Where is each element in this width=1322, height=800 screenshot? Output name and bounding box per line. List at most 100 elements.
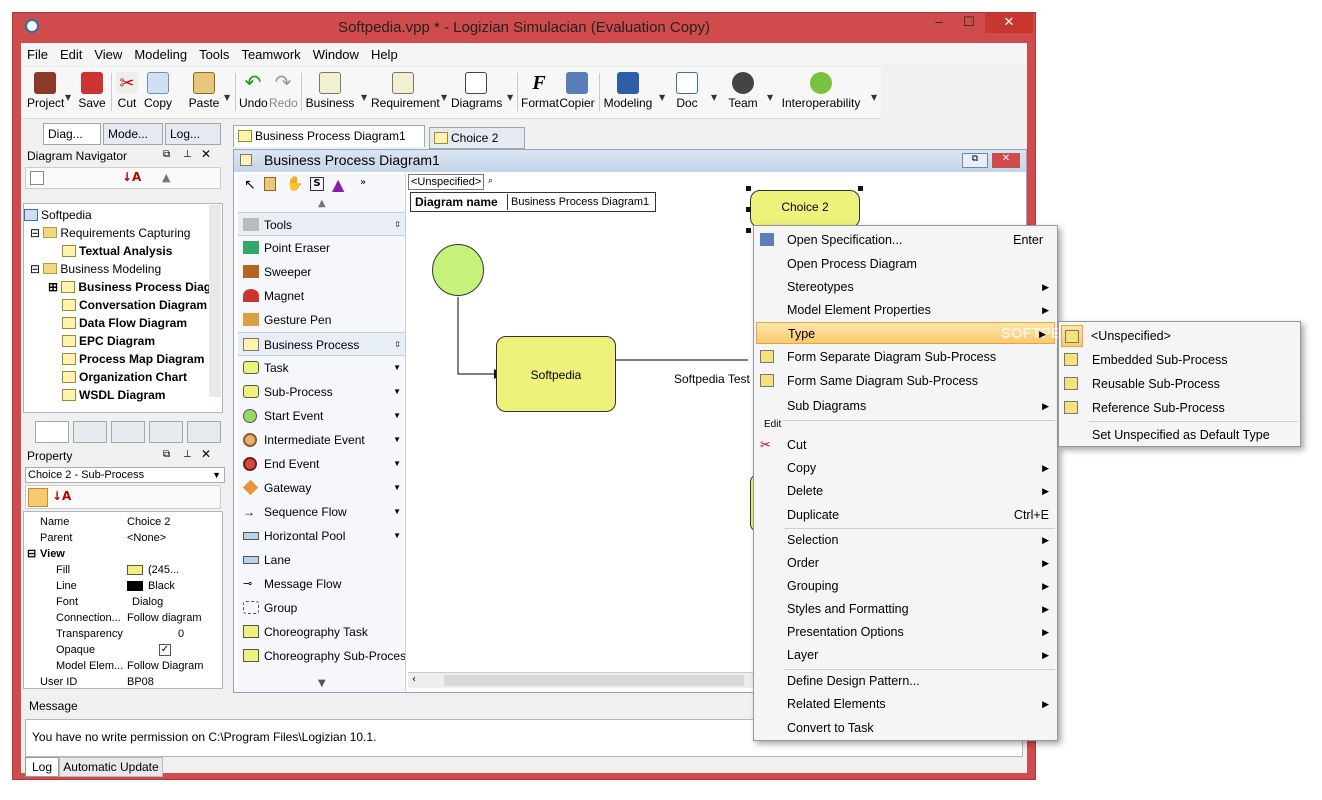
tree-node-wsdl[interactable]: WSDL Diagram xyxy=(24,386,222,404)
submenu-item-unspecified[interactable] xyxy=(1061,325,1083,347)
property-row-model-element[interactable]: Model Elem... Follow Diagram xyxy=(24,658,222,674)
palette-magnet[interactable]: Magnet xyxy=(238,284,405,308)
copy-button[interactable]: Copy xyxy=(143,67,173,117)
palette-sweeper[interactable]: Sweeper xyxy=(238,260,405,284)
pointer-icon[interactable]: ↖ xyxy=(244,177,256,193)
menu-view[interactable]: View xyxy=(88,43,128,62)
menu-help[interactable]: Help xyxy=(365,43,404,62)
palette-start-event[interactable]: Start Event ▼ xyxy=(238,404,405,428)
menu-item-styles-and-formatting[interactable]: Styles and Formatting ▶ xyxy=(754,598,1057,620)
property-row-name[interactable]: Name Choice 2 xyxy=(24,514,222,530)
menu-item-cut[interactable]: ✂ Cut xyxy=(754,434,1057,456)
menu-item-sub-diagrams[interactable]: Sub Diagrams ▶ xyxy=(754,395,1057,417)
new-diagram-icon[interactable] xyxy=(30,171,44,185)
property-row-transparency[interactable]: Transparency 0 xyxy=(24,626,222,642)
palette-expand-icon[interactable]: » xyxy=(360,177,366,188)
menu-window[interactable]: Window xyxy=(307,43,365,62)
hand-icon[interactable]: ✋ xyxy=(286,176,303,192)
tab-model-explorer[interactable]: Mode... xyxy=(103,123,163,145)
paste-button[interactable]: Paste xyxy=(187,67,221,117)
lock-icon[interactable] xyxy=(264,177,276,191)
submenu-item-embedded[interactable]: Embedded Sub-Process xyxy=(1059,349,1300,371)
collapse-icon[interactable]: ▲ xyxy=(162,171,170,184)
menu-item-copy[interactable]: Copy ▶ xyxy=(754,457,1057,479)
copier-button[interactable]: Copier xyxy=(559,67,595,117)
menu-item-duplicate[interactable]: Duplicate Ctrl+E xyxy=(754,504,1057,526)
menu-item-open-process-diagram[interactable]: Open Process Diagram xyxy=(754,253,1057,275)
sort-alpha-icon[interactable]: ↓A xyxy=(52,489,71,503)
save-button[interactable]: Save xyxy=(77,67,107,117)
redo-button[interactable]: ↷ Redo xyxy=(269,67,298,117)
undo-button[interactable]: ↶ Undo xyxy=(239,67,268,117)
sweeper-s-icon[interactable]: S xyxy=(310,177,324,191)
palette-group-tools[interactable]: Tools ⇳ xyxy=(238,212,405,236)
palette-gateway[interactable]: Gateway ▼ xyxy=(238,476,405,500)
palette-choreography-sub-process[interactable]: Choreography Sub-Process xyxy=(238,644,405,668)
property-tab-4[interactable] xyxy=(149,421,183,443)
menu-edit[interactable]: Edit xyxy=(54,43,88,62)
tree-node-business-process[interactable]: ⊞ Business Process Diag xyxy=(24,278,222,296)
property-row-view[interactable]: ⊟ View xyxy=(24,546,222,562)
doc-button[interactable]: Doc xyxy=(671,67,703,117)
maximize-button[interactable]: ☐ xyxy=(955,13,983,33)
modeling-button[interactable]: Modeling xyxy=(603,67,653,117)
palette-sub-process[interactable]: Sub-Process ▼ xyxy=(238,380,405,404)
selection-handle[interactable] xyxy=(858,186,863,191)
palette-group[interactable]: Group xyxy=(238,596,405,620)
tree-node-data-flow[interactable]: Data Flow Diagram xyxy=(24,314,222,332)
minimize-button[interactable]: – xyxy=(925,13,953,33)
message-text[interactable]: You have no write permission on C:\Progr… xyxy=(32,730,376,744)
tab-choice-2[interactable]: Choice 2 xyxy=(429,127,525,149)
property-row-fill[interactable]: Fill (245... xyxy=(24,562,222,578)
format-button[interactable]: F Format xyxy=(521,67,559,117)
tree-node-business-modeling[interactable]: ⊟ Business Modeling xyxy=(24,260,222,278)
menu-item-define-design-pattern[interactable]: Define Design Pattern... xyxy=(754,670,1057,692)
tree-node-conversation[interactable]: Conversation Diagram xyxy=(24,296,222,314)
tree-node-root[interactable]: Softpedia xyxy=(24,206,222,224)
submenu-item-reusable[interactable]: Reusable Sub-Process xyxy=(1059,373,1300,395)
choice-2-shape[interactable]: Choice 2 xyxy=(750,190,860,228)
palette-scroll-up-icon[interactable]: ▲ xyxy=(318,198,326,209)
team-button[interactable]: Team xyxy=(723,67,763,117)
navigator-close-icon[interactable]: ✕ xyxy=(201,147,211,161)
opaque-checkbox[interactable]: ✓ xyxy=(159,644,171,656)
tree-node-process-map[interactable]: Process Map Diagram xyxy=(24,350,222,368)
close-button[interactable]: ✕ xyxy=(985,13,1033,33)
property-tab-3[interactable] xyxy=(111,421,145,443)
message-tab-automatic-update[interactable]: Automatic Update xyxy=(59,757,163,777)
palette-point-eraser[interactable]: Point Eraser xyxy=(238,236,405,260)
menu-item-delete[interactable]: Delete ▶ xyxy=(754,480,1057,502)
categorized-icon[interactable] xyxy=(28,488,48,507)
submenu-item-unspecified-label[interactable]: <Unspecified> xyxy=(1085,325,1299,347)
menu-item-model-element-properties[interactable]: Model Element Properties ▶ xyxy=(754,299,1057,321)
tree-node-org-chart[interactable]: Organization Chart xyxy=(24,368,222,386)
interoperability-button[interactable]: Interoperability xyxy=(773,67,869,117)
diagram-close-button[interactable]: ✕ xyxy=(992,153,1020,168)
menu-item-type[interactable]: Type SOFTPEDIA ▶ xyxy=(756,322,1087,344)
menu-item-open-specification[interactable]: Open Specification... Enter xyxy=(754,229,1057,251)
menu-item-form-separate-diagram[interactable]: Form Separate Diagram Sub-Process xyxy=(754,346,1057,368)
palette-horizontal-pool[interactable]: Horizontal Pool ▼ xyxy=(238,524,405,548)
property-float-icon[interactable]: ⧉ xyxy=(163,449,170,460)
palette-message-flow[interactable]: ⊸ Message Flow xyxy=(238,572,405,596)
selection-handle[interactable] xyxy=(746,207,751,212)
palette-intermediate-event[interactable]: Intermediate Event ▼ xyxy=(238,428,405,452)
property-row-connection[interactable]: Connection... Follow diagram xyxy=(24,610,222,626)
property-row-parent[interactable]: Parent <None> xyxy=(24,530,222,546)
menu-item-order[interactable]: Order ▶ xyxy=(754,552,1057,574)
tab-logical-view[interactable]: Log... xyxy=(165,123,221,145)
tree-node-textual-analysis[interactable]: Textual Analysis xyxy=(24,242,222,260)
selection-handle[interactable] xyxy=(746,228,751,233)
submenu-item-set-default[interactable]: Set Unspecified as Default Type xyxy=(1059,424,1300,446)
property-tab-1[interactable] xyxy=(35,421,69,443)
menu-teamwork[interactable]: Teamwork xyxy=(235,43,306,62)
diagram-restore-button[interactable]: ⧉ xyxy=(962,153,988,168)
palette-scroll-down-icon[interactable]: ▼ xyxy=(318,678,326,689)
tree-node-epc[interactable]: EPC Diagram xyxy=(24,332,222,350)
palette-choreography-task[interactable]: Choreography Task xyxy=(238,620,405,644)
menu-modeling[interactable]: Modeling xyxy=(128,43,193,62)
shape-triangle-icon[interactable]: ▲ xyxy=(332,175,344,194)
property-tab-5[interactable] xyxy=(187,421,221,443)
sort-icon[interactable]: ↓A xyxy=(122,170,141,184)
task-shape[interactable]: Softpedia xyxy=(496,336,616,412)
